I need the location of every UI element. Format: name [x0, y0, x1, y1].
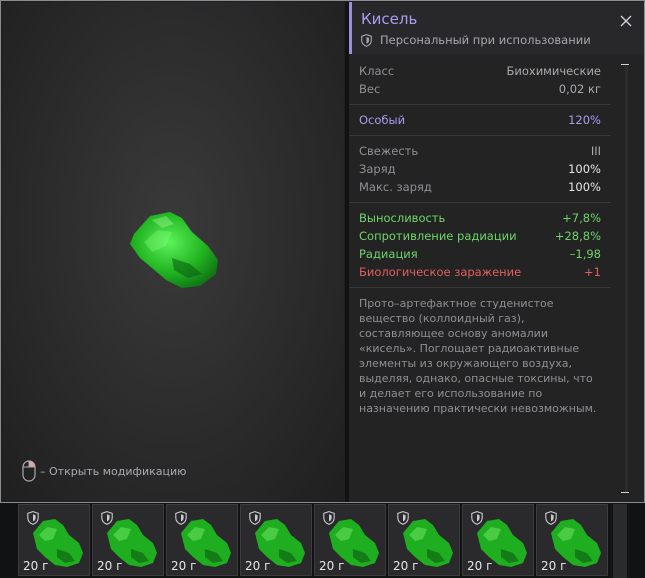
item-subtitle-label: Персональный при использовании: [380, 33, 591, 47]
scroll-bottom-marker: [621, 492, 629, 493]
belt-slot[interactable]: 20 г: [240, 504, 312, 576]
shield-icon: [361, 33, 372, 47]
slot-weight: 20 г: [393, 559, 419, 573]
slot-weight: 20 г: [97, 559, 123, 573]
shield-icon: [471, 511, 483, 525]
effect-row-stamina: Выносливость +7,8%: [359, 209, 601, 227]
item-header: Кисель Персональный при использовании: [349, 2, 644, 54]
stat-row-rarity: Особый 120%: [359, 111, 601, 129]
stat-row-charge: Заряд 100%: [359, 160, 601, 178]
kisel-artifact-model[interactable]: [122, 202, 232, 302]
shield-icon: [101, 511, 113, 525]
scrollbar[interactable]: [617, 60, 633, 500]
condition-group: Свежесть III Заряд 100% Макс. заряд 100%: [349, 136, 611, 203]
belt-scroll-edge: [613, 504, 627, 578]
effect-label: Биологическое заражение: [359, 265, 522, 279]
slot-weight: 20 г: [541, 559, 567, 573]
belt-slot[interactable]: 20 г: [388, 504, 460, 576]
stat-value: 100%: [568, 162, 601, 176]
effect-row-radiation-resistance: Сопротивление радиации +28,8%: [359, 227, 601, 245]
item-preview-viewport[interactable]: – Открыть модификацию: [2, 2, 344, 502]
belt-slot[interactable]: 20 г: [314, 504, 386, 576]
shield-icon: [175, 511, 187, 525]
stat-row-freshness: Свежесть III: [359, 142, 601, 160]
effect-label: Радиация: [359, 247, 418, 261]
stat-row-class: Класс Биохимические: [359, 62, 601, 80]
belt-slot[interactable]: 20 г: [92, 504, 164, 576]
mouse-right-click-icon: [22, 460, 36, 482]
hint-label: – Открыть модификацию: [40, 464, 187, 478]
open-modification-hint: – Открыть модификацию: [22, 460, 186, 482]
scroll-top-marker: [621, 64, 629, 65]
stat-row-weight: Вес 0,02 кг: [359, 80, 601, 98]
effect-value: +28,8%: [554, 229, 601, 243]
stat-label: Макс. заряд: [359, 180, 432, 194]
quick-belt: 20 г 20 г 20 г 20 г 20 г 20 г 20 г 20 г: [18, 504, 612, 578]
item-subtitle: Персональный при использовании: [361, 33, 591, 47]
stat-label: Свежесть: [359, 144, 419, 158]
stat-label: Вес: [359, 82, 381, 96]
shield-icon: [27, 511, 39, 525]
slot-weight: 20 г: [171, 559, 197, 573]
shield-icon: [545, 511, 557, 525]
item-details-panel: Кисель Персональный при использовании Кл…: [349, 2, 644, 502]
effect-label: Сопротивление радиации: [359, 229, 517, 243]
effect-value: +7,8%: [562, 211, 601, 225]
stat-value: 100%: [568, 180, 601, 194]
stat-value: III: [590, 144, 601, 158]
rarity-group: Особый 120%: [349, 105, 611, 136]
slot-weight: 20 г: [467, 559, 493, 573]
item-stats: Класс Биохимические Вес 0,02 кг Особый 1…: [349, 56, 611, 424]
shield-icon: [249, 511, 261, 525]
item-inspect-window: – Открыть модификацию Кисель Персональны…: [0, 0, 645, 503]
stat-label: Особый: [359, 113, 406, 127]
slot-weight: 20 г: [245, 559, 271, 573]
belt-slot[interactable]: 20 г: [462, 504, 534, 576]
stat-value: 0,02 кг: [558, 82, 601, 96]
stat-label: Класс: [359, 64, 395, 78]
stat-value: 120%: [568, 113, 601, 127]
shield-icon: [397, 511, 409, 525]
item-title: Кисель: [361, 10, 418, 28]
effect-label: Выносливость: [359, 211, 446, 225]
stat-row-max-charge: Макс. заряд 100%: [359, 178, 601, 196]
close-icon[interactable]: [619, 14, 633, 28]
effect-value: –1,98: [569, 247, 601, 261]
effect-value: +1: [584, 265, 601, 279]
stat-label: Заряд: [359, 162, 396, 176]
item-description: Прото–артефактное студенистое вещество (…: [359, 297, 597, 415]
basic-stats-group: Класс Биохимические Вес 0,02 кг: [349, 56, 611, 105]
effect-row-radiation: Радиация –1,98: [359, 245, 601, 263]
effects-group: Выносливость +7,8% Сопротивление радиаци…: [349, 203, 611, 288]
slot-weight: 20 г: [319, 559, 345, 573]
stat-value: Биохимические: [506, 64, 601, 78]
effect-row-bio-contamination: Биологическое заражение +1: [359, 263, 601, 281]
belt-slot[interactable]: 20 г: [18, 504, 90, 576]
shield-icon: [323, 511, 335, 525]
belt-slot[interactable]: 20 г: [166, 504, 238, 576]
slot-weight: 20 г: [23, 559, 49, 573]
belt-slot[interactable]: 20 г: [536, 504, 608, 576]
